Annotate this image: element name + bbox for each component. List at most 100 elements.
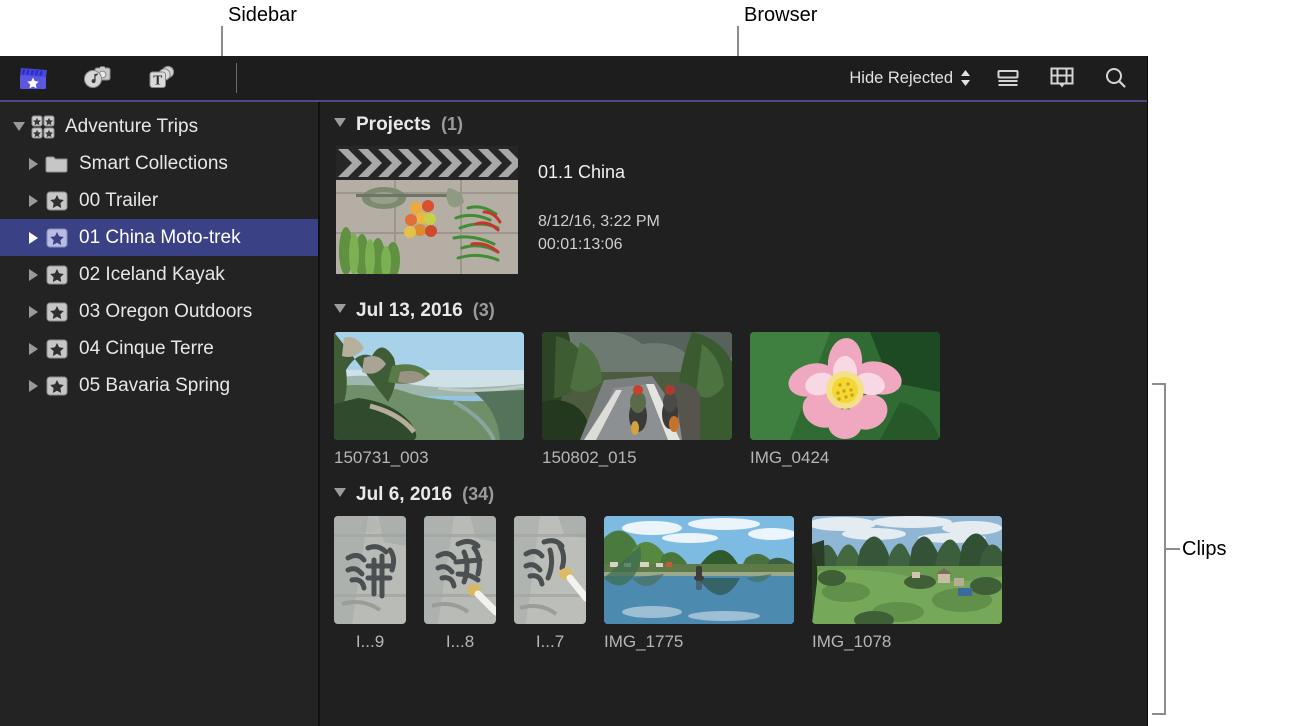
disclosure-triangle-down-icon[interactable] [8,122,30,131]
sidebar-item-05-bavaria-spring[interactable]: 05 Bavaria Spring [0,367,318,404]
photos-audio-icon[interactable] [80,63,114,93]
clip-row: 150731_003 [334,332,1147,468]
clip-item[interactable]: I...9 [334,516,406,652]
callout-label-sidebar: Sidebar [228,4,297,27]
svg-text:T: T [153,72,162,87]
clip-name: IMG_1775 [604,632,794,652]
browser: Projects (1) [320,102,1147,726]
group-title: Jul 6, 2016 [356,484,452,506]
disclosure-triangle-right-icon[interactable] [22,232,44,244]
clip-thumbnail[interactable] [750,332,940,440]
search-icon[interactable] [1099,63,1133,93]
clip-thumbnail[interactable] [514,516,586,624]
clip-thumbnail[interactable] [334,332,524,440]
project-filmstrip-chevrons [336,146,518,180]
clip-item[interactable]: 150731_003 [334,332,524,468]
sidebar: Adventure Trips Smart Collections [0,102,320,726]
group-count: (34) [462,484,494,505]
filter-popup-button[interactable]: Hide Rejected [849,69,971,88]
event-star-icon [44,226,70,250]
sidebar-item-label: Smart Collections [79,153,228,175]
sidebar-item-label: 04 Cinque Terre [79,338,214,360]
sidebar-item-label: 03 Oregon Outdoors [79,301,252,323]
sidebar-item-label: 00 Trailer [79,190,158,212]
clip-name: I...9 [334,632,406,652]
clip-row: I...9 [334,516,1147,652]
clip-item[interactable]: IMG_0424 [750,332,940,468]
group-header-projects[interactable]: Projects (1) [334,114,1147,136]
browser-toolbar: T Hide Rejected [0,56,1147,102]
callout-tick-clips [1166,548,1180,550]
clip-name: I...7 [514,632,586,652]
media-browser-icon[interactable] [16,63,50,93]
group-header-jul-13-2016[interactable]: Jul 13, 2016 (3) [334,300,1147,322]
group-title: Jul 13, 2016 [356,300,463,322]
clip-item[interactable]: I...8 [424,516,496,652]
sidebar-item-label: 02 Iceland Kayak [79,264,225,286]
sidebar-item-00-trailer[interactable]: 00 Trailer [0,182,318,219]
callout-bracket-clips [1152,383,1166,715]
clip-thumbnail[interactable] [604,516,794,624]
sidebar-item-04-cinque-terre[interactable]: 04 Cinque Terre [0,330,318,367]
callout-label-clips: Clips [1182,538,1226,561]
clip-thumbnail[interactable] [812,516,1002,624]
callout-leader-browser [737,26,739,56]
sidebar-item-label: Adventure Trips [65,116,198,138]
project-name: 01.1 China [538,162,660,183]
titles-generators-icon[interactable]: T [144,63,178,93]
toolbar-left-group: T [0,63,237,93]
disclosure-triangle-right-icon[interactable] [22,306,44,318]
project-item[interactable]: 01.1 China 8/12/16, 3:22 PM 00:01:13:06 [336,146,1147,274]
event-star-icon [44,263,70,287]
toolbar-divider [236,63,237,93]
disclosure-triangle-down-icon[interactable] [334,488,346,497]
group-count: (1) [441,114,463,135]
disclosure-triangle-right-icon[interactable] [22,158,44,170]
clip-item[interactable]: IMG_1775 [604,516,794,652]
screenshot-root: Sidebar Browser Clips [0,0,1295,726]
clip-item[interactable]: 150802_015 [542,332,732,468]
clip-thumbnail[interactable] [542,332,732,440]
disclosure-triangle-right-icon[interactable] [22,269,44,281]
project-duration: 00:01:13:06 [538,236,660,254]
clip-item[interactable]: I...7 [514,516,586,652]
project-metadata: 01.1 China 8/12/16, 3:22 PM 00:01:13:06 [538,146,660,274]
final-cut-pro-window: T Hide Rejected [0,56,1148,726]
project-date: 8/12/16, 3:22 PM [538,213,660,231]
project-thumbnail[interactable] [336,146,518,274]
chevron-updown-icon [960,69,971,87]
library-icon [30,115,56,139]
event-star-icon [44,337,70,361]
disclosure-triangle-down-icon[interactable] [334,118,346,127]
group-title: Projects [356,114,431,136]
disclosure-triangle-down-icon[interactable] [334,304,346,313]
toolbar-right-group: Hide Rejected [849,63,1147,93]
event-star-icon [44,374,70,398]
clip-name: IMG_1078 [812,632,1002,652]
clip-thumbnail[interactable] [334,516,406,624]
filmstrip-view-icon[interactable] [1045,63,1079,93]
filter-popup-label: Hide Rejected [849,69,953,88]
sidebar-item-label: 05 Bavaria Spring [79,375,230,397]
sidebar-item-01-china-moto-trek[interactable]: 01 China Moto-trek [0,219,318,256]
clip-name: I...8 [424,632,496,652]
disclosure-triangle-right-icon[interactable] [22,343,44,355]
disclosure-triangle-right-icon[interactable] [22,380,44,392]
callout-label-browser: Browser [744,4,817,27]
list-view-icon[interactable] [991,63,1025,93]
clip-thumbnail[interactable] [424,516,496,624]
clip-item[interactable]: IMG_1078 [812,516,1002,652]
event-star-icon [44,300,70,324]
sidebar-item-adventure-trips[interactable]: Adventure Trips [0,108,318,145]
clip-name: 150731_003 [334,448,524,468]
callout-leader-sidebar [221,26,223,56]
sidebar-item-label: 01 China Moto-trek [79,227,241,249]
sidebar-item-smart-collections[interactable]: Smart Collections [0,145,318,182]
clip-name: 150802_015 [542,448,732,468]
disclosure-triangle-right-icon[interactable] [22,195,44,207]
folder-icon [44,154,70,174]
event-star-icon [44,189,70,213]
group-header-jul-6-2016[interactable]: Jul 6, 2016 (34) [334,484,1147,506]
sidebar-item-02-iceland-kayak[interactable]: 02 Iceland Kayak [0,256,318,293]
sidebar-item-03-oregon-outdoors[interactable]: 03 Oregon Outdoors [0,293,318,330]
